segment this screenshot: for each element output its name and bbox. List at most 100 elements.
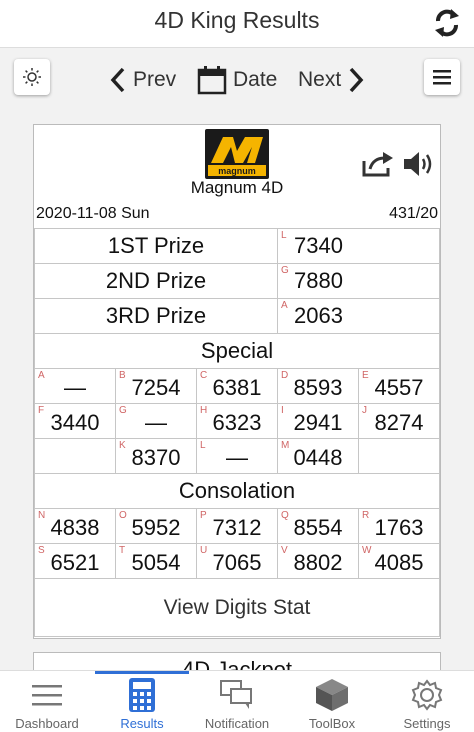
number-cell: T 5054 bbox=[115, 543, 197, 579]
cell-tag: M bbox=[281, 440, 290, 451]
view-digits-stat-button[interactable]: View Digits Stat bbox=[34, 578, 440, 637]
number-cell: Q 8554 bbox=[277, 508, 359, 544]
chevron-left-icon bbox=[110, 67, 125, 93]
tab-label: Dashboard bbox=[15, 716, 79, 731]
cell-number: 1763 bbox=[374, 515, 424, 540]
share-icon[interactable] bbox=[362, 151, 394, 182]
cell-number: 7312 bbox=[212, 515, 262, 540]
prize-number: 7340 bbox=[294, 233, 343, 258]
sun-icon bbox=[23, 68, 41, 86]
number-cell: N 4838 bbox=[34, 508, 116, 544]
table-row: F 3440 G — H 6323 I 2941 J 8274 bbox=[34, 403, 440, 439]
cell-tag: A bbox=[38, 370, 45, 381]
tab-results[interactable]: Results bbox=[95, 671, 189, 732]
number-cell: W 4085 bbox=[358, 543, 440, 579]
number-cell: H 6323 bbox=[196, 403, 278, 439]
draw-date: 2020-11-08 Sun bbox=[36, 205, 150, 222]
cell-tag: L bbox=[200, 440, 206, 451]
chevron-right-icon bbox=[349, 67, 364, 93]
magnum-logo: magnum bbox=[205, 129, 269, 179]
cell-number: — bbox=[226, 445, 248, 470]
number-cell: I 2941 bbox=[277, 403, 359, 439]
cell-tag: G bbox=[119, 405, 127, 416]
tab-notification[interactable]: Notification bbox=[190, 671, 284, 732]
number-cell: K 8370 bbox=[115, 438, 197, 474]
cell-number: 4557 bbox=[374, 375, 424, 400]
tab-dashboard[interactable]: Dashboard bbox=[0, 671, 94, 732]
table-row: K 8370 L — M 0448 bbox=[34, 438, 440, 474]
cell-number: — bbox=[64, 375, 86, 400]
cell-number: 0448 bbox=[293, 445, 343, 470]
draw-number: 431/20 bbox=[389, 205, 438, 222]
prize-tag: G bbox=[281, 265, 289, 276]
special-heading: Special bbox=[34, 333, 440, 369]
bottom-nav: Dashboard Results Notification ToolBox S… bbox=[0, 670, 474, 732]
cell-number: 6381 bbox=[212, 375, 262, 400]
next-label: Next bbox=[298, 68, 342, 91]
cell-tag: P bbox=[200, 510, 207, 521]
cell-tag: U bbox=[200, 545, 208, 556]
cell-number: 8593 bbox=[293, 375, 343, 400]
date-button[interactable]: Date bbox=[197, 65, 277, 95]
prize-label: 1ST Prize bbox=[34, 228, 278, 264]
date-toolbar: Prev Date Next bbox=[0, 48, 474, 112]
cell-tag: C bbox=[200, 370, 208, 381]
cell-number: 2941 bbox=[293, 410, 343, 435]
refresh-icon[interactable] bbox=[430, 6, 464, 40]
cell-tag: V bbox=[281, 545, 288, 556]
page-title: 4D King Results bbox=[154, 7, 320, 33]
calculator-icon bbox=[123, 677, 161, 713]
cell-tag: J bbox=[362, 405, 367, 416]
table-row: Consolation bbox=[34, 473, 440, 509]
date-label: Date bbox=[233, 68, 278, 91]
prize-value: L 7340 bbox=[277, 228, 440, 264]
prize-value: A 2063 bbox=[277, 298, 440, 334]
prize-number: 2063 bbox=[294, 303, 343, 328]
tab-label: Results bbox=[120, 716, 164, 731]
speaker-icon[interactable] bbox=[402, 149, 436, 184]
number-cell: V 8802 bbox=[277, 543, 359, 579]
cell-tag: I bbox=[281, 405, 284, 416]
number-cell: S 6521 bbox=[34, 543, 116, 579]
cell-tag: H bbox=[200, 405, 208, 416]
cell-number: 4838 bbox=[50, 515, 100, 540]
tab-settings[interactable]: Settings bbox=[380, 671, 474, 732]
table-row: View Digits Stat bbox=[34, 578, 440, 637]
number-cell: E 4557 bbox=[358, 368, 440, 404]
cell-number: 5952 bbox=[131, 515, 181, 540]
cell-tag: E bbox=[362, 370, 369, 381]
cell-number: 7254 bbox=[131, 375, 181, 400]
table-row: N 4838 O 5952 P 7312 Q 8554 R 1763 bbox=[34, 508, 440, 544]
table-row: A — B 7254 C 6381 D 8593 E 4557 bbox=[34, 368, 440, 404]
cell-number: 3440 bbox=[50, 410, 100, 435]
cell-tag: Q bbox=[281, 510, 289, 521]
cell-tag: T bbox=[119, 545, 126, 556]
theme-toggle-button[interactable] bbox=[14, 59, 50, 95]
number-cell: C 6381 bbox=[196, 368, 278, 404]
hamburger-icon bbox=[28, 677, 66, 713]
number-cell: B 7254 bbox=[115, 368, 197, 404]
cell-tag: B bbox=[119, 370, 126, 381]
cell-number: 8554 bbox=[293, 515, 343, 540]
number-cell: J 8274 bbox=[358, 403, 440, 439]
app-header: 4D King Results bbox=[0, 0, 474, 48]
calendar-icon bbox=[197, 66, 227, 95]
number-cell: P 7312 bbox=[196, 508, 278, 544]
cell-tag: O bbox=[119, 510, 127, 521]
number-cell: U 7065 bbox=[196, 543, 278, 579]
menu-button[interactable] bbox=[424, 59, 460, 95]
box-icon bbox=[313, 677, 351, 713]
prize-tag: A bbox=[281, 300, 288, 311]
cell-tag: R bbox=[362, 510, 370, 521]
cell-number: 6521 bbox=[50, 550, 100, 575]
chat-icon bbox=[218, 677, 256, 713]
cell-tag: N bbox=[38, 510, 46, 521]
tab-label: Notification bbox=[204, 716, 270, 731]
cell-tag: D bbox=[281, 370, 289, 381]
number-cell: M 0448 bbox=[277, 438, 359, 474]
hamburger-icon bbox=[433, 70, 451, 85]
next-button[interactable]: Next bbox=[298, 65, 366, 95]
tab-toolbox[interactable]: ToolBox bbox=[285, 671, 379, 732]
cell-number: 4085 bbox=[374, 550, 424, 575]
prev-button[interactable]: Prev bbox=[108, 65, 176, 95]
